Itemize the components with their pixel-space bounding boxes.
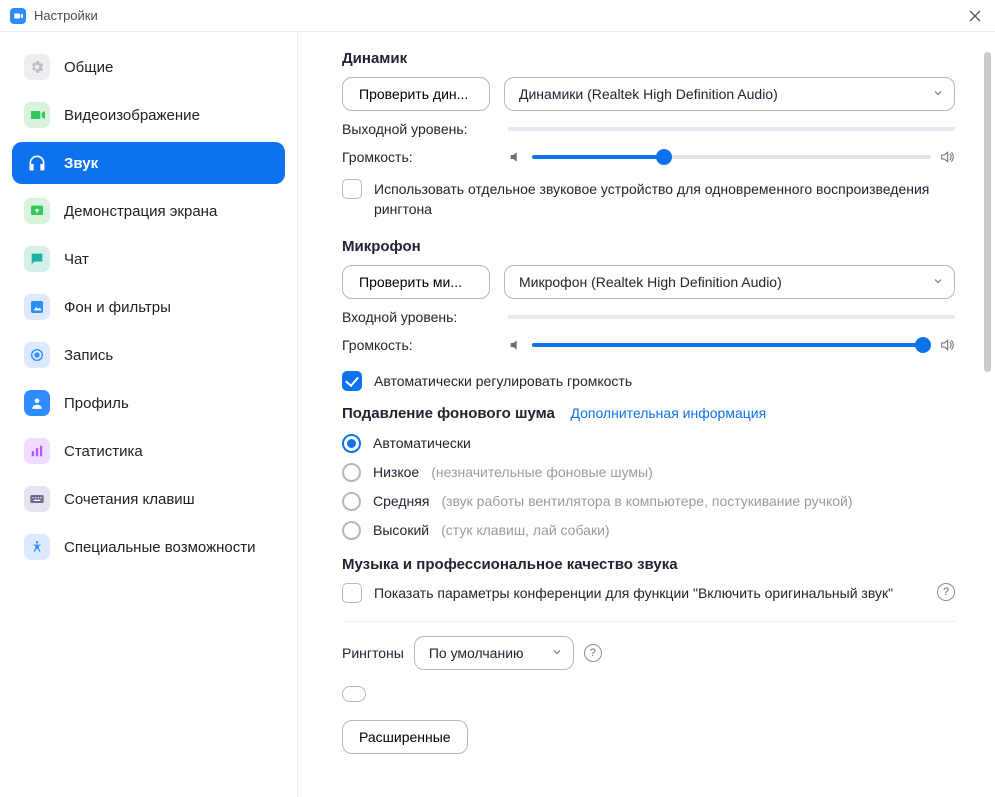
music-heading: Музыка и профессиональное качество звука [342, 556, 955, 573]
original-sound-label: Показать параметры конференции для функц… [374, 583, 925, 603]
speaker-device-select[interactable]: Динамики (Realtek High Definition Audio) [504, 77, 955, 111]
auto-adjust-volume-label: Автоматически регулировать громкость [374, 373, 632, 389]
sidebar-item-statistics[interactable]: Статистика [12, 430, 285, 472]
record-icon [24, 342, 50, 368]
ringtones-select[interactable]: По умолчанию [414, 636, 574, 670]
background-icon [24, 294, 50, 320]
share-screen-icon [24, 198, 50, 224]
scrollbar[interactable] [984, 52, 991, 372]
advanced-button[interactable]: Расширенные [342, 720, 468, 754]
statistics-icon [24, 438, 50, 464]
sidebar-item-label: Демонстрация экрана [64, 203, 217, 220]
help-icon[interactable]: ? [584, 644, 602, 662]
noise-high-radio[interactable] [342, 521, 361, 540]
sidebar: Общие Видеоизображение Звук Демонстрация… [0, 32, 298, 797]
sidebar-item-label: Чат [64, 251, 89, 268]
gear-icon [24, 54, 50, 80]
sidebar-item-label: Общие [64, 59, 113, 76]
microphone-device-value: Микрофон (Realtek High Definition Audio) [519, 274, 782, 290]
accessibility-icon [24, 534, 50, 560]
sidebar-item-keyboard[interactable]: Сочетания клавиш [12, 478, 285, 520]
content-area: Динамик Проверить дин... Динамики (Realt… [298, 32, 995, 797]
volume-low-icon [508, 149, 524, 165]
noise-high-hint: (стук клавиш, лай собаки) [441, 522, 609, 538]
divider [342, 621, 955, 622]
noise-medium-radio[interactable] [342, 492, 361, 511]
sidebar-item-label: Запись [64, 347, 113, 364]
close-button[interactable] [965, 6, 985, 26]
chevron-down-icon [932, 274, 944, 290]
volume-high-icon [939, 149, 955, 165]
titlebar: Настройки [0, 0, 995, 32]
speaker-volume-label: Громкость: [342, 149, 498, 165]
noise-suppression-more-info-link[interactable]: Дополнительная информация [570, 405, 766, 421]
original-sound-checkbox[interactable] [342, 583, 362, 603]
speaker-volume-slider[interactable] [532, 155, 931, 159]
sidebar-item-label: Статистика [64, 443, 143, 460]
truncated-checkbox[interactable] [342, 686, 366, 702]
chat-icon [24, 246, 50, 272]
volume-high-icon [939, 337, 955, 353]
sidebar-item-label: Звук [64, 155, 98, 172]
sidebar-item-share-screen[interactable]: Демонстрация экрана [12, 190, 285, 232]
sidebar-item-profile[interactable]: Профиль [12, 382, 285, 424]
microphone-heading: Микрофон [342, 238, 955, 255]
sidebar-item-label: Сочетания клавиш [64, 491, 195, 508]
sidebar-item-label: Специальные возможности [64, 539, 256, 556]
window-title: Настройки [34, 8, 98, 23]
noise-low-hint: (незначительные фоновые шумы) [431, 464, 653, 480]
sidebar-item-video[interactable]: Видеоизображение [12, 94, 285, 136]
speaker-device-value: Динамики (Realtek High Definition Audio) [519, 86, 778, 102]
microphone-volume-slider[interactable] [532, 343, 931, 347]
sidebar-item-chat[interactable]: Чат [12, 238, 285, 280]
profile-icon [24, 390, 50, 416]
video-icon [24, 102, 50, 128]
noise-suppression-heading: Подавление фонового шума [342, 405, 555, 422]
separate-ringtone-label: Использовать отдельное звуковое устройст… [374, 179, 955, 220]
sidebar-item-general[interactable]: Общие [12, 46, 285, 88]
noise-auto-label: Автоматически [373, 435, 471, 451]
ringtones-label: Рингтоны [342, 645, 404, 661]
sidebar-item-label: Видеоизображение [64, 107, 200, 124]
sidebar-item-label: Профиль [64, 395, 129, 412]
noise-medium-hint: (звук работы вентилятора в компьютере, п… [441, 493, 852, 509]
microphone-volume-label: Громкость: [342, 337, 498, 353]
separate-ringtone-checkbox[interactable] [342, 179, 362, 199]
input-level-label: Входной уровень: [342, 309, 498, 325]
chevron-down-icon [932, 86, 944, 102]
output-level-label: Выходной уровень: [342, 121, 498, 137]
speaker-heading: Динамик [342, 50, 955, 67]
sidebar-item-recording[interactable]: Запись [12, 334, 285, 376]
noise-low-radio[interactable] [342, 463, 361, 482]
noise-medium-label: Средняя [373, 493, 429, 509]
noise-high-label: Высокий [373, 522, 429, 538]
sidebar-item-label: Фон и фильтры [64, 299, 171, 316]
test-speaker-button[interactable]: Проверить дин... [342, 77, 490, 111]
sidebar-item-background[interactable]: Фон и фильтры [12, 286, 285, 328]
volume-low-icon [508, 337, 524, 353]
sidebar-item-accessibility[interactable]: Специальные возможности [12, 526, 285, 568]
help-icon[interactable]: ? [937, 583, 955, 601]
output-level-meter [508, 127, 955, 131]
sidebar-item-audio[interactable]: Звук [12, 142, 285, 184]
keyboard-icon [24, 486, 50, 512]
noise-auto-radio[interactable] [342, 434, 361, 453]
noise-low-label: Низкое [373, 464, 419, 480]
microphone-device-select[interactable]: Микрофон (Realtek High Definition Audio) [504, 265, 955, 299]
test-microphone-button[interactable]: Проверить ми... [342, 265, 490, 299]
auto-adjust-volume-checkbox[interactable] [342, 371, 362, 391]
headphones-icon [24, 150, 50, 176]
chevron-down-icon [551, 645, 563, 661]
zoom-app-icon [10, 8, 26, 24]
input-level-meter [508, 315, 955, 319]
ringtones-value: По умолчанию [429, 645, 524, 661]
